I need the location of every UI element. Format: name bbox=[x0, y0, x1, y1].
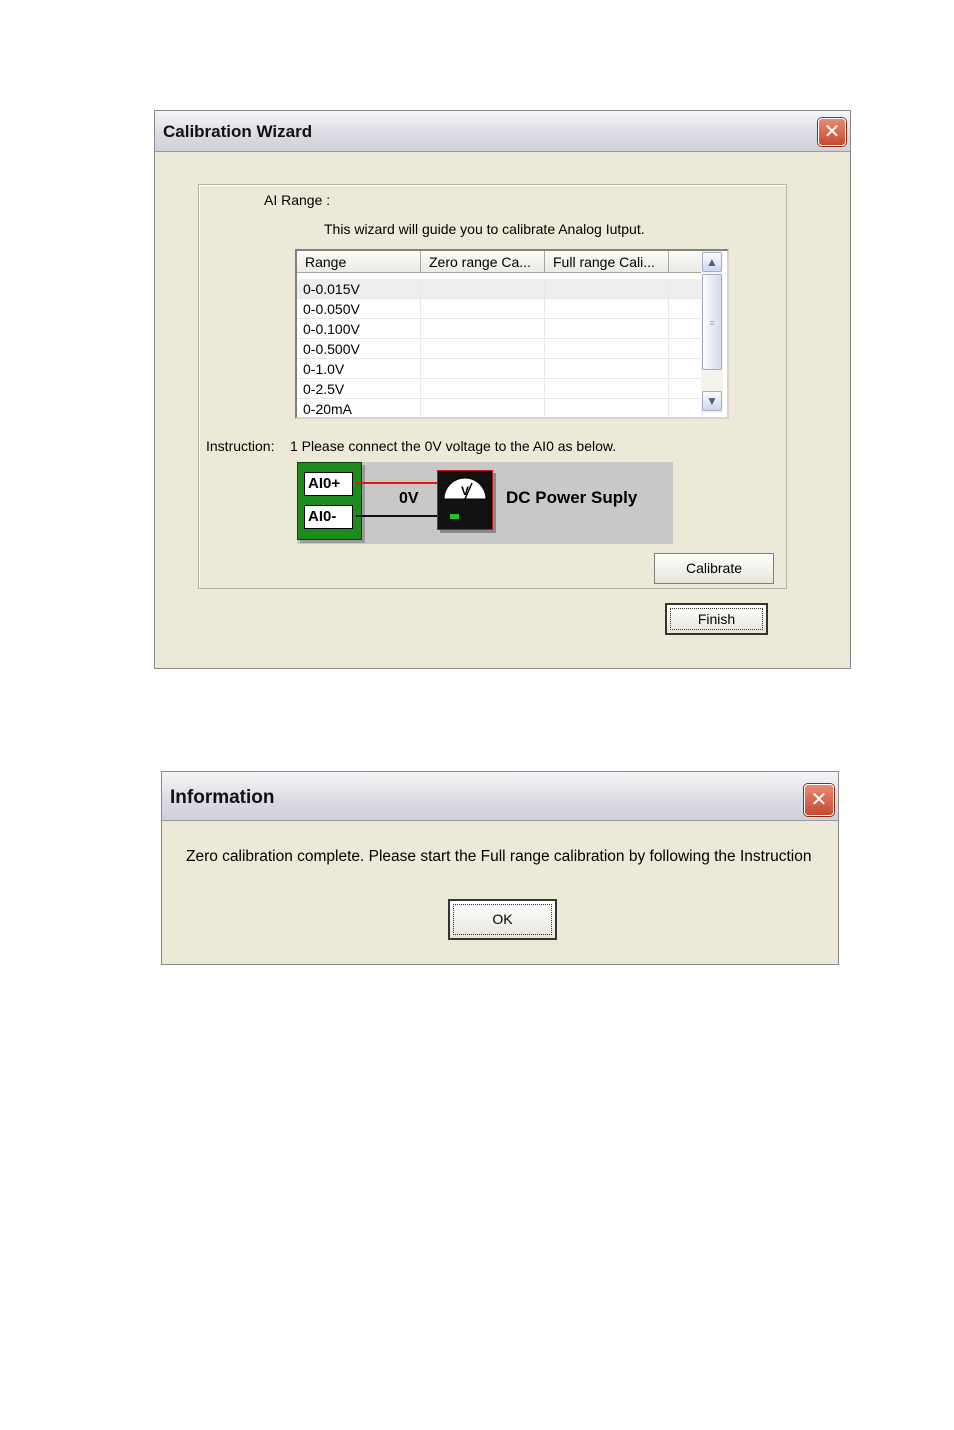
filler-cell bbox=[669, 359, 703, 379]
dialog-title: Calibration Wizard bbox=[163, 122, 313, 141]
zero-cell bbox=[421, 299, 545, 319]
zero-cell bbox=[421, 319, 545, 339]
filler-cell bbox=[669, 319, 703, 339]
column-header-filler bbox=[669, 251, 703, 273]
close-icon[interactable]: ✕ bbox=[804, 784, 834, 816]
list-scrollbar[interactable]: ▲ ≡ ▼ bbox=[701, 251, 723, 413]
close-icon[interactable]: ✕ bbox=[818, 118, 846, 146]
range-cell: 0-0.500V bbox=[297, 339, 421, 359]
full-cell bbox=[545, 299, 669, 319]
ai0-plus-terminal: AI0+ bbox=[304, 472, 353, 496]
filler-cell bbox=[669, 279, 703, 299]
scroll-up-icon[interactable]: ▲ bbox=[702, 252, 722, 272]
range-cell: 0-0.100V bbox=[297, 319, 421, 339]
scroll-down-icon[interactable]: ▼ bbox=[702, 391, 722, 411]
connection-diagram: AI0+ AI0- 0V V DC Power Suply bbox=[297, 462, 673, 544]
zero-cell bbox=[421, 379, 545, 399]
finish-button[interactable]: Finish bbox=[665, 603, 768, 635]
power-supply-box: V bbox=[437, 470, 493, 530]
dialog-title: Information bbox=[170, 787, 275, 808]
column-header-range[interactable]: Range bbox=[297, 251, 421, 273]
information-titlebar[interactable]: Information ✕ bbox=[162, 772, 838, 821]
scroll-thumb[interactable]: ≡ bbox=[702, 274, 722, 370]
information-message: Zero calibration complete. Please start … bbox=[186, 848, 812, 865]
range-cell: 0-0.015V bbox=[297, 279, 421, 299]
range-cell: 0-0.050V bbox=[297, 299, 421, 319]
filler-cell bbox=[669, 299, 703, 319]
voltmeter-icon: V bbox=[443, 477, 487, 500]
zero-cell bbox=[421, 399, 545, 417]
range-cell: 0-2.5V bbox=[297, 379, 421, 399]
full-cell bbox=[545, 319, 669, 339]
filler-cell bbox=[669, 399, 703, 417]
filler-cell bbox=[669, 379, 703, 399]
full-cell bbox=[545, 399, 669, 417]
column-header-full-range[interactable]: Full range Cali... bbox=[545, 251, 669, 273]
calibration-wizard-titlebar[interactable]: Calibration Wizard ✕ bbox=[155, 111, 850, 152]
zero-cell bbox=[421, 339, 545, 359]
terminal-block: AI0+ AI0- bbox=[297, 462, 362, 540]
range-cell: 0-20mA bbox=[297, 399, 421, 417]
full-cell bbox=[545, 339, 669, 359]
range-list[interactable]: Range Zero range Ca... Full range Cali..… bbox=[295, 249, 729, 419]
wizard-intro-text: This wizard will guide you to calibrate … bbox=[324, 221, 645, 237]
information-dialog: Information ✕ Zero calibration complete.… bbox=[161, 771, 839, 965]
power-indicator bbox=[450, 514, 459, 519]
red-wire bbox=[356, 482, 437, 484]
zero-cell bbox=[421, 279, 545, 299]
full-cell bbox=[545, 279, 669, 299]
instruction-text: 1 Please connect the 0V voltage to the A… bbox=[290, 438, 617, 454]
black-wire bbox=[356, 515, 437, 517]
instruction-label: Instruction: bbox=[206, 438, 275, 454]
ai-range-label: AI Range : bbox=[264, 192, 331, 208]
ai0-minus-terminal: AI0- bbox=[304, 505, 353, 529]
calibration-wizard-dialog: Calibration Wizard ✕ AI Range : This wiz… bbox=[154, 110, 851, 669]
meter-symbol: V bbox=[461, 484, 469, 498]
device-label: DC Power Suply bbox=[506, 488, 638, 507]
full-cell bbox=[545, 359, 669, 379]
ok-button[interactable]: OK bbox=[448, 899, 557, 940]
calibrate-button[interactable]: Calibrate bbox=[654, 553, 774, 584]
range-cell: 0-1.0V bbox=[297, 359, 421, 379]
zero-cell bbox=[421, 359, 545, 379]
voltage-value: 0V bbox=[399, 490, 419, 507]
filler-cell bbox=[669, 339, 703, 359]
column-header-zero-range[interactable]: Zero range Ca... bbox=[421, 251, 545, 273]
full-cell bbox=[545, 379, 669, 399]
